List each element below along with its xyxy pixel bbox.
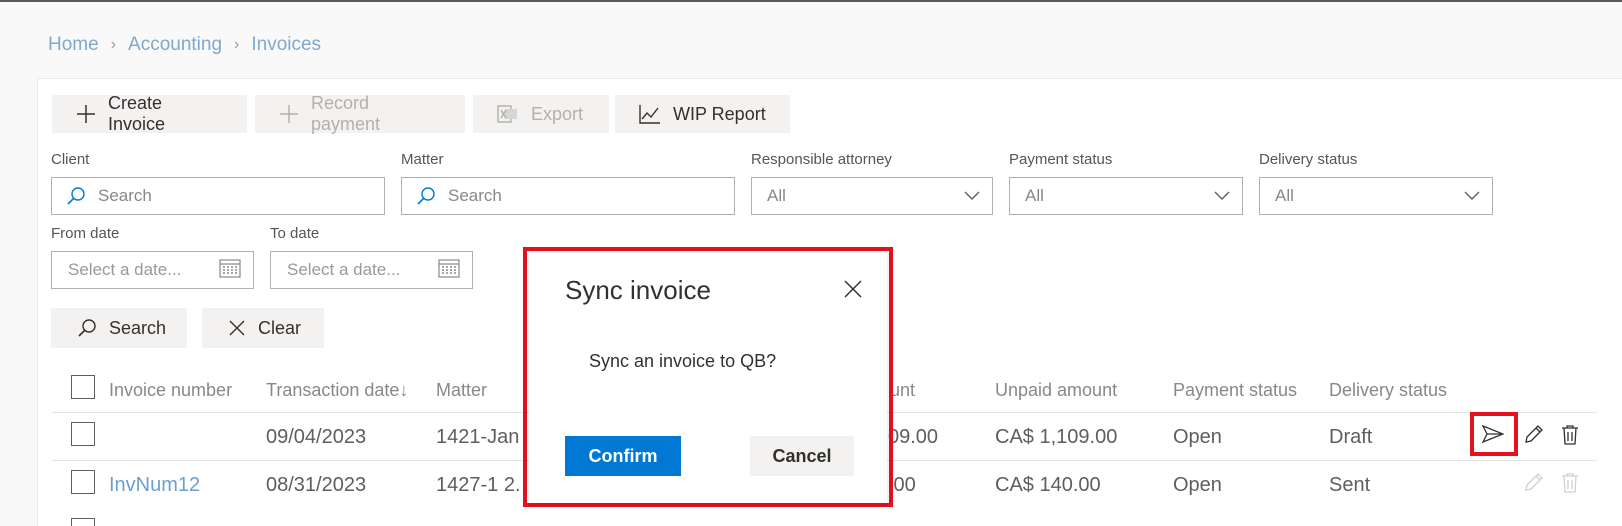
to-date-input[interactable]: Select a date... [270, 251, 473, 289]
search-button[interactable]: Search [51, 308, 187, 348]
from-date-label: From date [51, 225, 120, 242]
header-amount[interactable]: unt [890, 380, 915, 401]
sort-down-icon: ↓ [399, 380, 409, 400]
payment-status-value: All [1025, 186, 1044, 205]
matter-search-input[interactable]: Search [401, 177, 735, 215]
payment-status-label: Payment status [1009, 151, 1113, 168]
client-search-input[interactable]: Search [51, 177, 385, 215]
plus-icon [76, 104, 96, 124]
line-chart-icon [639, 104, 661, 124]
export-button[interactable]: Export [473, 95, 609, 133]
row-invoice-number-link[interactable]: InvNum12 [109, 474, 200, 497]
chevron-down-icon [964, 186, 980, 206]
top-border [0, 0, 1622, 2]
dialog-title: Sync invoice [565, 275, 711, 305]
attorney-value: All [767, 186, 786, 205]
cancel-button[interactable]: Cancel [750, 436, 854, 476]
header-payment-status[interactable]: Payment status [1173, 380, 1297, 401]
record-payment-label: Record payment [311, 93, 381, 134]
breadcrumb-accounting[interactable]: Accounting [128, 34, 222, 56]
plus-icon [279, 104, 299, 124]
clear-button[interactable]: Clear [202, 308, 324, 348]
delivery-status-value: All [1275, 186, 1294, 205]
row-matter: 1421-Jan [436, 426, 520, 448]
row-payment-status: Open [1173, 426, 1222, 448]
delivery-status-select[interactable]: All [1259, 177, 1493, 215]
row-transaction-date: 08/31/2023 [266, 474, 367, 496]
delete-icon[interactable] [1560, 424, 1580, 446]
breadcrumb: Home › Accounting › Invoices [48, 34, 321, 56]
from-date-placeholder: Select a date... [68, 260, 182, 279]
row-payment-status: Open [1173, 474, 1222, 496]
header-matter[interactable]: Matter [436, 380, 487, 401]
select-all-checkbox[interactable] [71, 375, 95, 399]
excel-icon [497, 104, 519, 124]
header-transaction-date[interactable]: Transaction date↓ [266, 380, 408, 401]
client-label: Client [51, 151, 90, 168]
clear-button-label: Clear [258, 317, 302, 338]
from-date-input[interactable]: Select a date... [51, 251, 254, 289]
dialog-message: Sync an invoice to QB? [589, 351, 777, 371]
header-invoice-number[interactable]: Invoice number [109, 380, 232, 401]
header-unpaid-amount[interactable]: Unpaid amount [995, 380, 1117, 401]
to-date-label: To date [270, 225, 320, 242]
close-icon [228, 319, 246, 337]
header-delivery-status[interactable]: Delivery status [1329, 380, 1447, 401]
sync-invoice-dialog: Sync invoice Sync an invoice to QB? Conf… [529, 253, 887, 503]
row-delivery-status: Sent [1329, 474, 1371, 496]
record-payment-button[interactable]: Record payment [255, 93, 465, 134]
row-delivery-status: Draft [1329, 426, 1373, 448]
wip-report-label: WIP Report [673, 103, 766, 124]
delete-icon [1560, 472, 1580, 494]
row-transaction-date: 09/04/2023 [266, 426, 367, 448]
row-unpaid-amount: CA$ 140.00 [995, 474, 1101, 496]
create-invoice-button[interactable]: Create Invoice [52, 93, 247, 134]
to-date-placeholder: Select a date... [287, 260, 401, 279]
attorney-select[interactable]: All [751, 177, 993, 215]
calendar-icon [438, 258, 460, 283]
confirm-button[interactable]: Confirm [565, 436, 681, 476]
row-checkbox[interactable] [71, 470, 95, 494]
row-amount: 09.00 [888, 426, 939, 448]
matter-placeholder: Search [448, 186, 502, 205]
chevron-right-icon: › [110, 36, 117, 53]
attorney-label: Responsible attorney [751, 151, 892, 168]
search-button-label: Search [109, 317, 167, 338]
breadcrumb-home[interactable]: Home [48, 34, 99, 56]
search-icon [77, 318, 97, 338]
breadcrumb-invoices[interactable]: Invoices [251, 34, 321, 56]
chevron-right-icon: › [234, 36, 240, 53]
create-invoice-label: Create Invoice [108, 93, 166, 134]
chevron-down-icon [1464, 186, 1480, 206]
client-placeholder: Search [98, 186, 152, 205]
wip-report-button[interactable]: WIP Report [615, 95, 790, 133]
row-unpaid-amount: CA$ 1,109.00 [995, 426, 1118, 448]
edit-icon [1522, 472, 1544, 494]
calendar-icon [219, 258, 241, 283]
row-checkbox[interactable] [71, 422, 95, 446]
header-transaction-date-label: Transaction date [266, 380, 400, 400]
send-button-highlight [1470, 412, 1518, 456]
edit-icon[interactable] [1522, 424, 1544, 446]
payment-status-select[interactable]: All [1009, 177, 1243, 215]
matter-label: Matter [401, 151, 444, 168]
chevron-down-icon [1214, 186, 1230, 206]
row-checkbox[interactable] [71, 518, 95, 526]
search-icon [66, 186, 86, 206]
search-icon [416, 186, 436, 206]
delivery-status-label: Delivery status [1259, 151, 1358, 168]
row-matter: 1427-1 2. [436, 474, 521, 496]
export-label: Export [531, 103, 584, 124]
close-icon[interactable] [843, 279, 867, 303]
